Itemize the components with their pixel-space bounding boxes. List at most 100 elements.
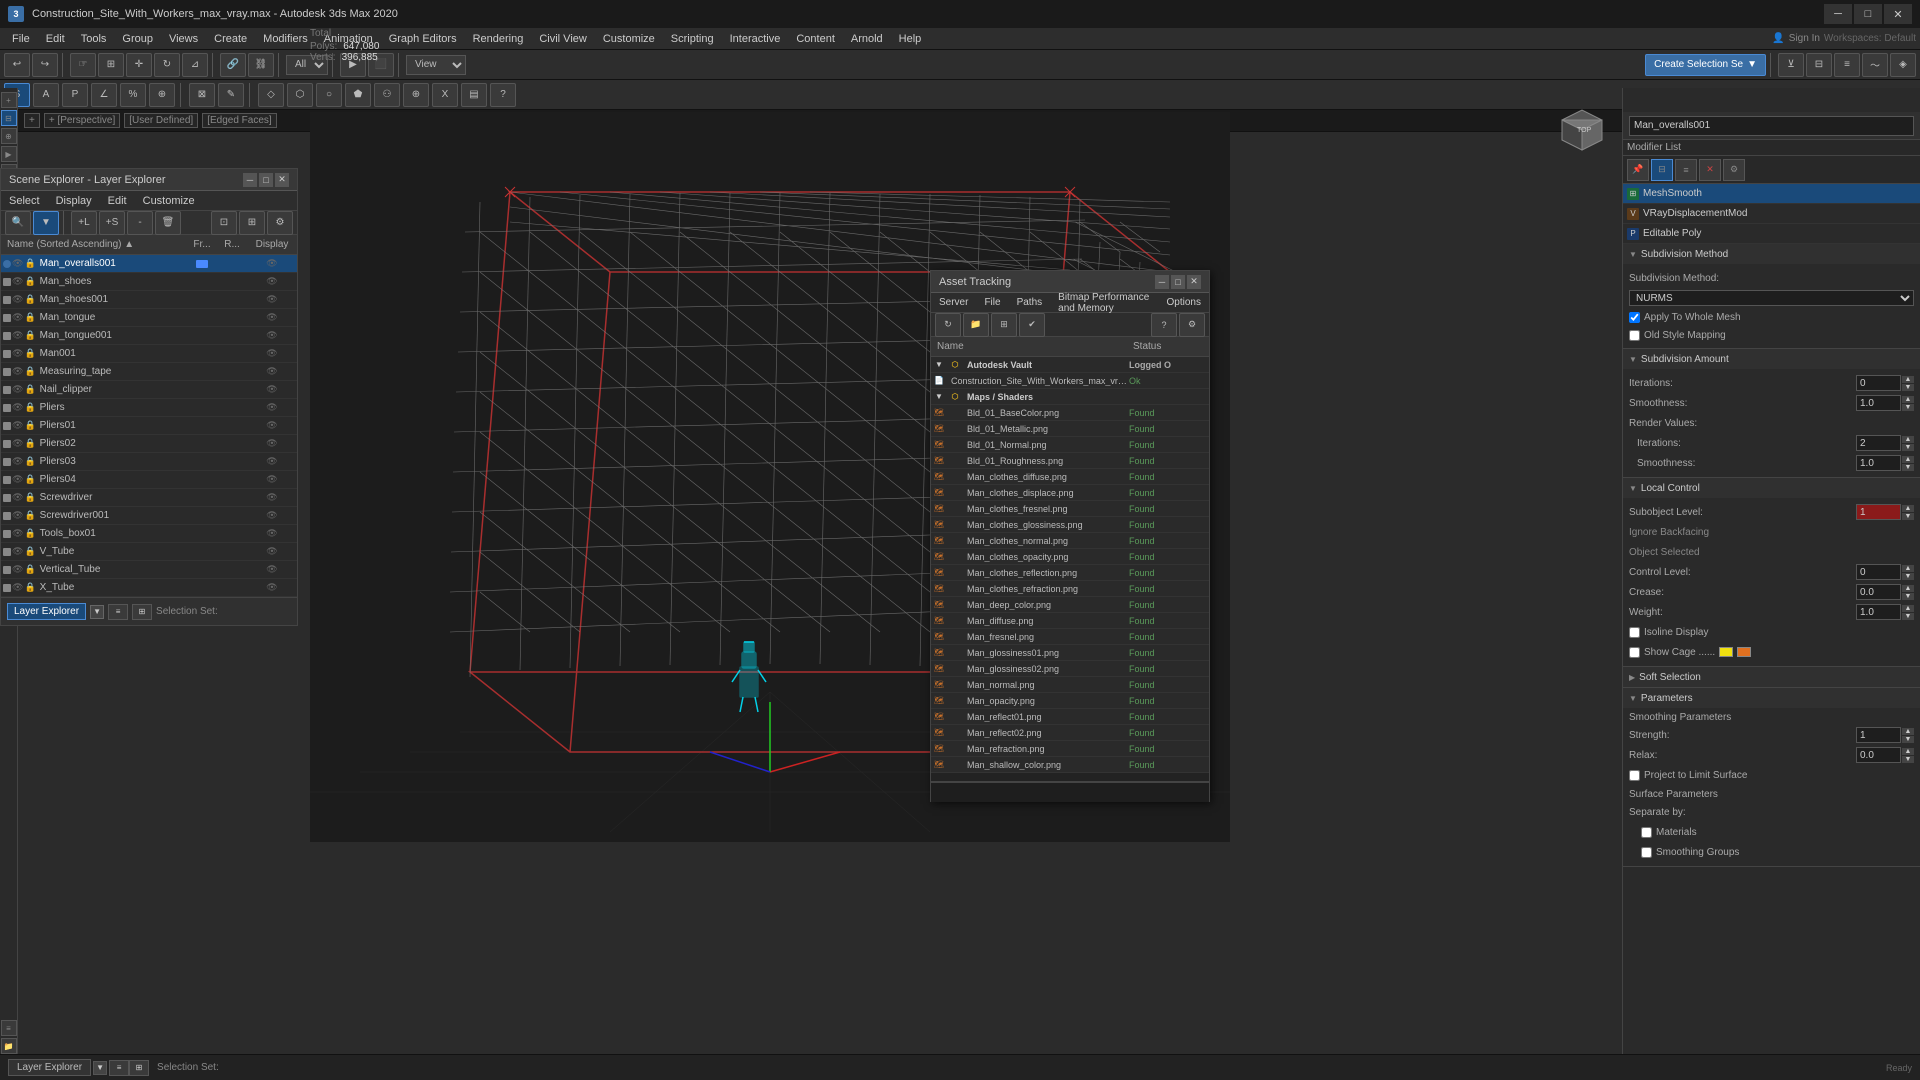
snap-percent[interactable]: % <box>120 83 146 107</box>
rp-delete-mod-btn[interactable]: ✕ <box>1699 159 1721 181</box>
render-iterations-input[interactable] <box>1856 435 1901 451</box>
se-row[interactable]: 👁 🔒 X_Tube 👁 <box>1 579 297 597</box>
at-file-row[interactable]: 🗺 Man_refraction.png Found <box>931 741 1209 757</box>
edit-geometry-btn[interactable]: ◇ <box>258 83 284 107</box>
se-delete-btn[interactable]: 🗑 <box>155 211 181 235</box>
subobj-up[interactable]: ▲ <box>1902 505 1914 512</box>
viewport-userdefined-btn[interactable]: [User Defined] <box>124 113 198 128</box>
se-add-layer-btn[interactable]: +L <box>71 211 97 235</box>
render-sm-down[interactable]: ▼ <box>1902 464 1914 471</box>
create-selection-set-button[interactable]: Create Selection Se ▼ <box>1645 54 1766 76</box>
viewport-edgedfaces-btn[interactable]: [Edged Faces] <box>202 113 276 128</box>
menu-interactive[interactable]: Interactive <box>722 28 789 50</box>
layer-status-icon2[interactable]: ⊞ <box>129 1060 149 1076</box>
materials-checkbox[interactable]: Materials <box>1641 827 1697 838</box>
project-input[interactable] <box>1629 770 1640 781</box>
apply-whole-mesh-checkbox[interactable]: Apply To Whole Mesh <box>1629 312 1741 323</box>
render-it-down[interactable]: ▼ <box>1902 444 1914 451</box>
at-menu-options[interactable]: Options <box>1159 295 1209 310</box>
layer-icon-btn2[interactable]: ⊞ <box>132 604 152 620</box>
at-close[interactable]: ✕ <box>1187 275 1201 289</box>
rp-config-btn[interactable]: ⚙ <box>1723 159 1745 181</box>
smoothness-input[interactable] <box>1856 395 1901 411</box>
weight-up[interactable]: ▲ <box>1902 605 1914 612</box>
menu-arnold[interactable]: Arnold <box>843 28 891 50</box>
relax-input[interactable] <box>1856 747 1901 763</box>
sign-in-label[interactable]: Sign In <box>1789 33 1820 44</box>
isoline-input[interactable] <box>1629 627 1640 638</box>
strength-up[interactable]: ▲ <box>1902 728 1914 735</box>
apply-whole-mesh-input[interactable] <box>1629 312 1640 323</box>
se-menu-edit[interactable]: Edit <box>100 193 135 209</box>
select-obj-button[interactable]: ☞ <box>70 53 96 77</box>
rp-pin-btn[interactable]: 📌 <box>1627 159 1649 181</box>
ctrl-lvl-down[interactable]: ▼ <box>1902 573 1914 580</box>
view-cube[interactable]: TOP <box>1552 100 1612 160</box>
axis-constraint-btn[interactable]: X <box>432 83 458 107</box>
weight-down[interactable]: ▼ <box>1902 613 1914 620</box>
rp-object-name-input[interactable] <box>1629 116 1914 136</box>
parameters-header[interactable]: ▼ Parameters <box>1623 688 1920 708</box>
se-row[interactable]: 👁 🔒 Pliers01 👁 <box>1 417 297 435</box>
help-btn2[interactable]: ? <box>490 83 516 107</box>
isoline-checkbox[interactable]: Isoline Display <box>1629 627 1708 638</box>
at-group-row[interactable]: ▼ ⬡ Maps / Shaders <box>931 389 1209 405</box>
snap-spinner[interactable]: ⊕ <box>149 83 175 107</box>
se-menu-customize[interactable]: Customize <box>135 193 203 209</box>
unlink-button[interactable]: ⛓ <box>248 53 274 77</box>
at-file-row[interactable]: 🗺 Man_reflect01.png Found <box>931 709 1209 725</box>
se-row[interactable]: 👁 🔒 Measuring_tape 👁 <box>1 363 297 381</box>
se-filter-btn[interactable]: ▼ <box>33 211 59 235</box>
layer-icon-btn[interactable]: ≡ <box>108 604 128 620</box>
menu-customize[interactable]: Customize <box>595 28 663 50</box>
populate-btn[interactable]: ⚇ <box>374 83 400 107</box>
explorer-icon[interactable]: ≡ <box>1 1020 17 1036</box>
se-row[interactable]: 👁 🔒 Screwdriver 👁 <box>1 489 297 507</box>
control-level-input[interactable] <box>1856 564 1901 580</box>
relax-spinner[interactable]: ▲ ▼ <box>1856 747 1914 763</box>
view-select[interactable]: View <box>406 55 466 75</box>
local-control-header[interactable]: ▼ Local Control <box>1623 478 1920 498</box>
menu-civil-view[interactable]: Civil View <box>531 28 594 50</box>
se-row[interactable]: 👁 🔒 Man_tongue 👁 <box>1 309 297 327</box>
se-row[interactable]: 👁 🔒 Man_tongue001 👁 <box>1 327 297 345</box>
modifier-meshsmooth[interactable]: ⊞ MeshSmooth <box>1623 184 1920 204</box>
smoothness-up[interactable]: ▲ <box>1902 396 1914 403</box>
se-row[interactable]: 👁 🔒 Pliers04 👁 <box>1 471 297 489</box>
relax-up[interactable]: ▲ <box>1902 748 1914 755</box>
create-icon[interactable]: + <box>1 92 17 108</box>
align-button[interactable]: ⊟ <box>1806 53 1832 77</box>
at-maximize[interactable]: □ <box>1171 275 1185 289</box>
at-minimize[interactable]: ─ <box>1155 275 1169 289</box>
at-file-row[interactable]: 🗺 Man_reflect02.png Found <box>931 725 1209 741</box>
modifier-vray-displacement[interactable]: V VRayDisplacementMod <box>1623 204 1920 224</box>
render-iterations-spinner[interactable]: ▲ ▼ <box>1856 435 1914 451</box>
subdivision-amount-header[interactable]: ▼ Subdivision Amount <box>1623 349 1920 369</box>
at-file-row[interactable]: 🗺 Bld_01_Normal.png Found <box>931 437 1209 453</box>
rotate-button[interactable]: ↻ <box>154 53 180 77</box>
strength-down[interactable]: ▼ <box>1902 736 1914 743</box>
at-menu-file[interactable]: File <box>976 295 1008 310</box>
se-search-btn[interactable]: 🔍 <box>5 211 31 235</box>
at-file-row[interactable]: 🗺 Man_clothes_diffuse.png Found <box>931 469 1209 485</box>
schematic-view-button[interactable]: ◈ <box>1890 53 1916 77</box>
subobject-input[interactable] <box>1856 504 1901 520</box>
subdivision-method-select[interactable]: NURMS <box>1629 290 1914 306</box>
menu-help[interactable]: Help <box>891 28 930 50</box>
se-row[interactable]: 👁 🔒 V_Tube 👁 <box>1 543 297 561</box>
cage-color2-swatch[interactable] <box>1737 647 1751 657</box>
ctrl-lvl-up[interactable]: ▲ <box>1902 565 1914 572</box>
menu-modifiers[interactable]: Modifiers <box>255 28 316 50</box>
iterations-down[interactable]: ▼ <box>1902 384 1914 391</box>
graphite-btn[interactable]: ○ <box>316 83 342 107</box>
modifier-editable-poly[interactable]: P Editable Poly <box>1623 224 1920 244</box>
render-it-up[interactable]: ▲ <box>1902 436 1914 443</box>
at-file-row[interactable]: 🗺 Bld_01_Metallic.png Found <box>931 421 1209 437</box>
se-row[interactable]: 👁 🔒 Man001 👁 <box>1 345 297 363</box>
se-expand-btn[interactable]: ⊞ <box>239 211 265 235</box>
polygon-modeling-btn[interactable]: ⬡ <box>287 83 313 107</box>
layer-explorer-status-label[interactable]: Layer Explorer <box>8 1059 91 1076</box>
rp-show-result-btn[interactable]: ≡ <box>1675 159 1697 181</box>
menu-file[interactable]: File <box>4 28 38 50</box>
layer-mgr-button[interactable]: ≡ <box>1834 53 1860 77</box>
